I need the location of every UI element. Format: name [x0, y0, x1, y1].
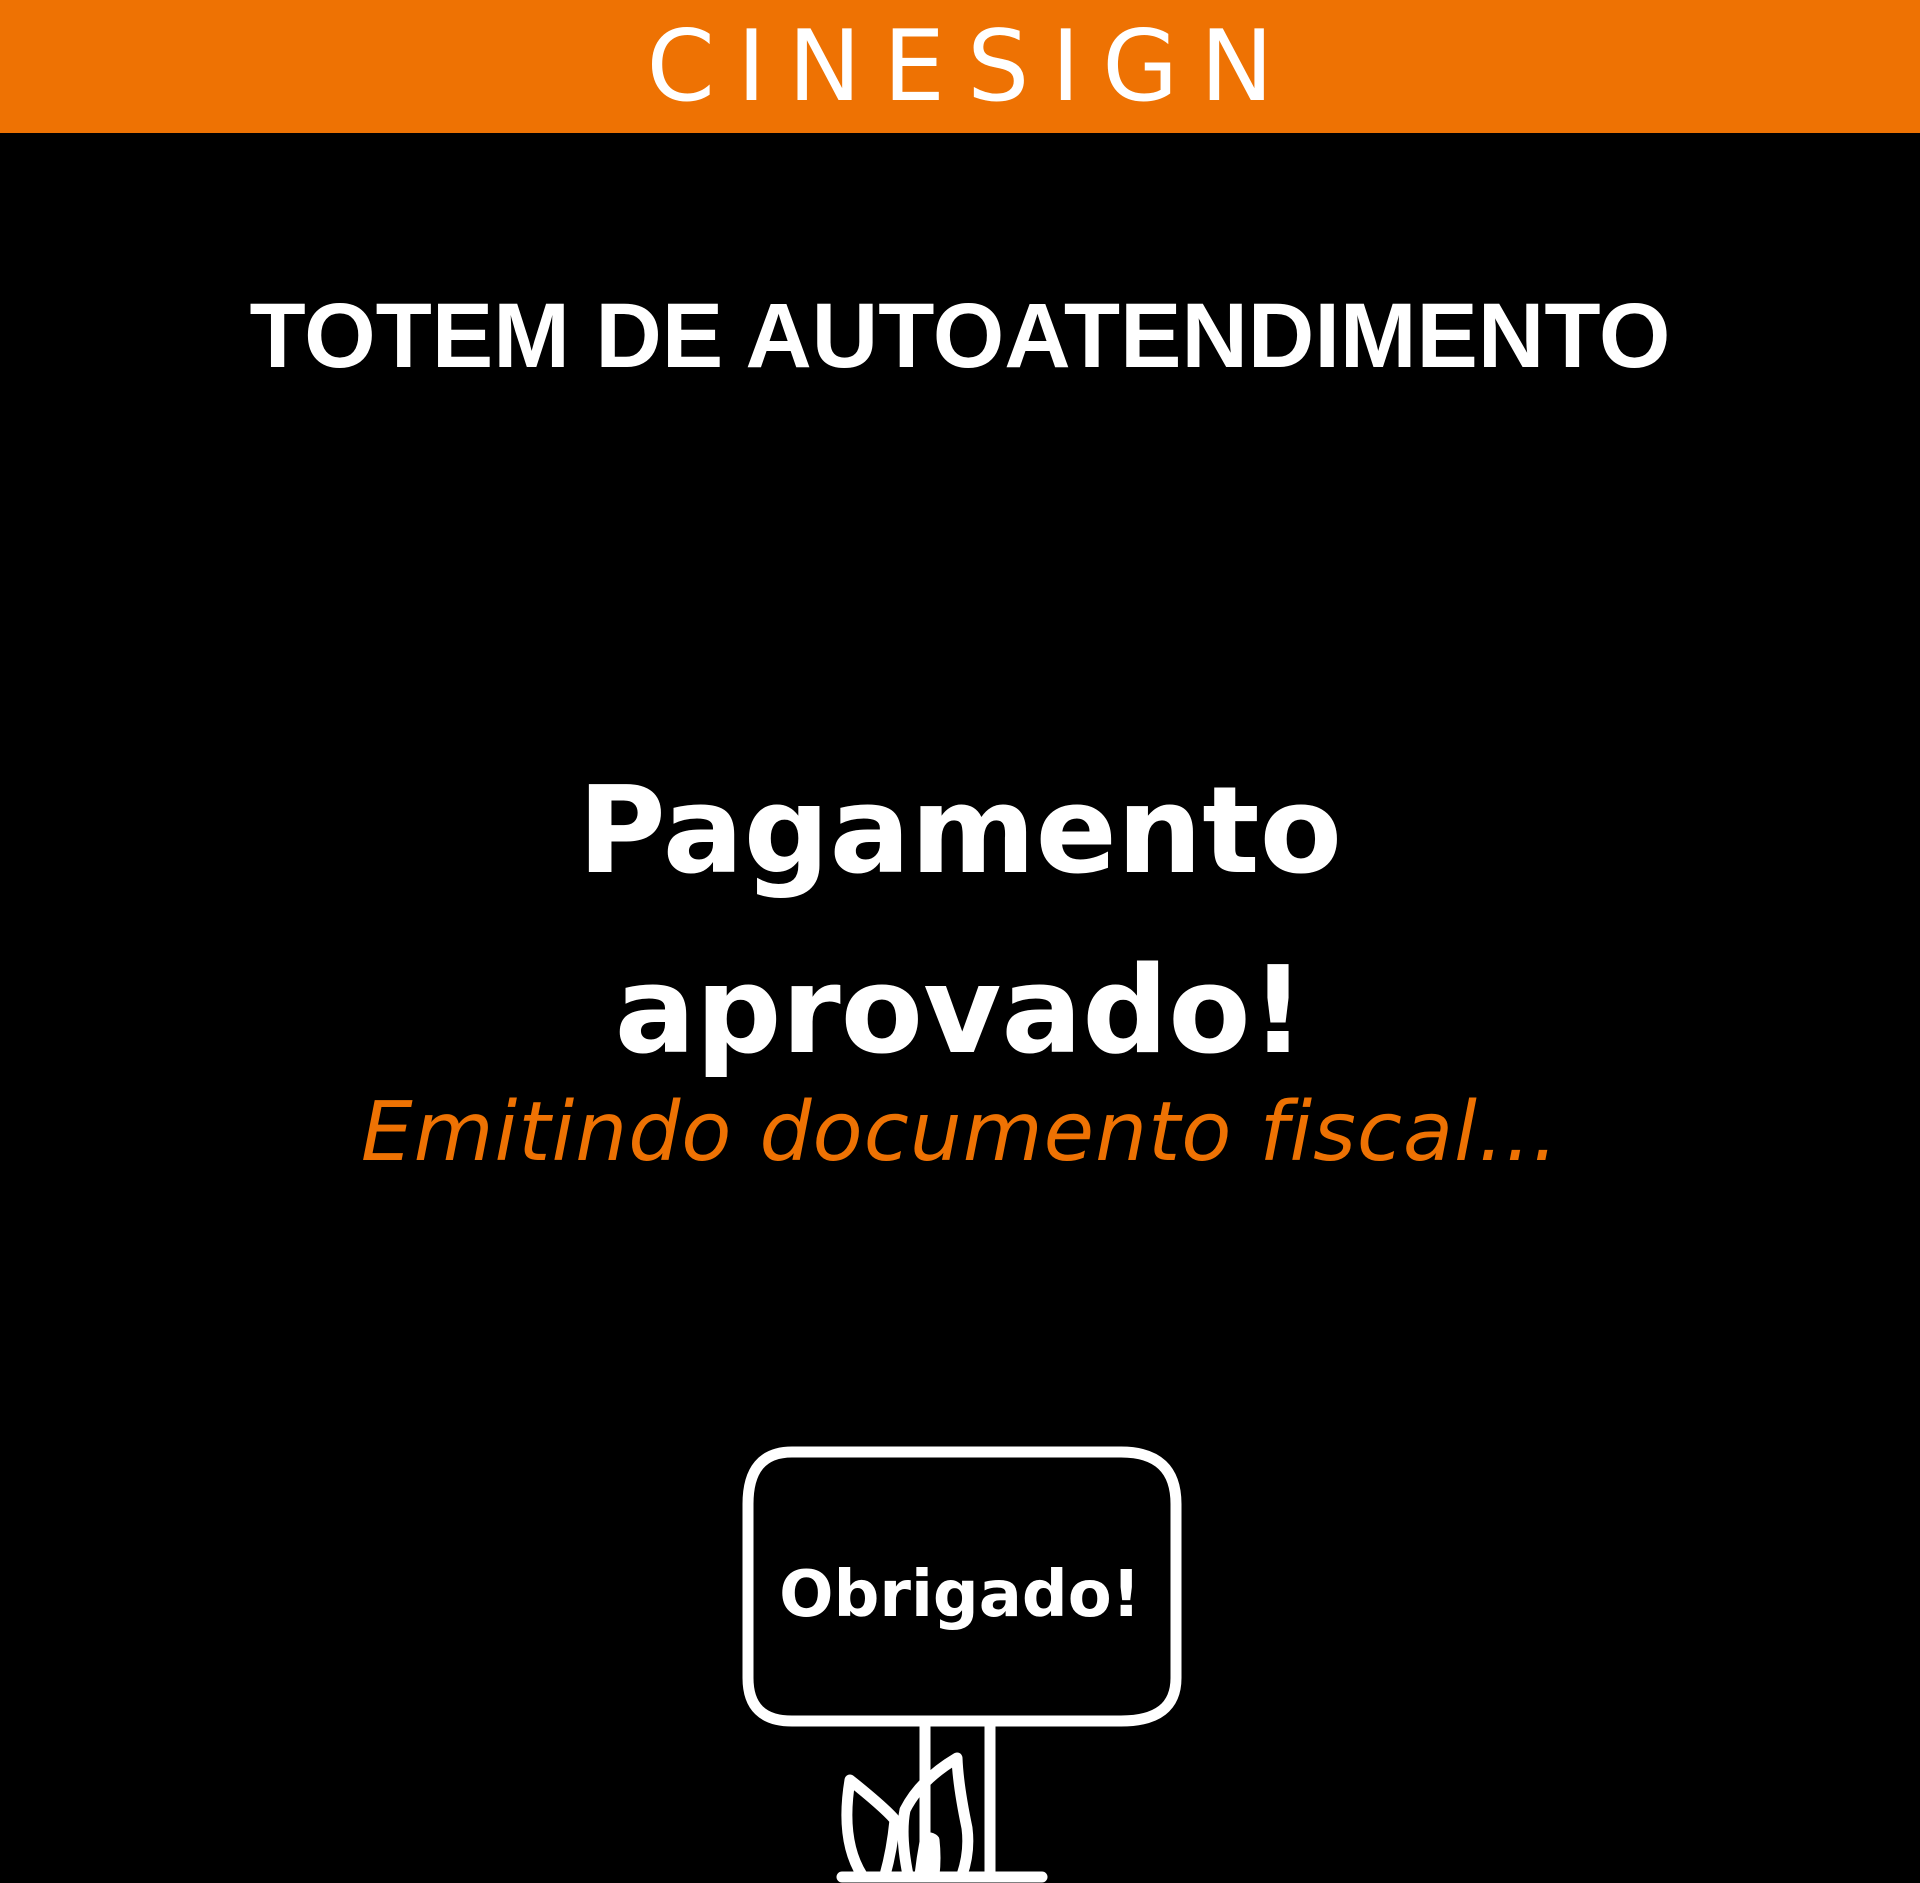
status-subtitle: Emitindo documento fiscal...	[360, 1085, 1560, 1180]
payment-status-line-2: aprovado!	[614, 942, 1306, 1081]
kiosk-title: TOTEM DE AUTOATENDIMENTO	[249, 285, 1671, 387]
payment-status-title: Pagamento aprovado!	[0, 742, 1920, 1102]
brand-logo: CINESIGN	[646, 9, 1296, 124]
top-bar: CINESIGN	[0, 0, 1920, 133]
sign-thank-you-text: Obrigado!	[779, 1558, 1141, 1632]
thank-you-sign-icon	[742, 1446, 1182, 1883]
payment-status-line-1: Pagamento	[577, 762, 1343, 901]
